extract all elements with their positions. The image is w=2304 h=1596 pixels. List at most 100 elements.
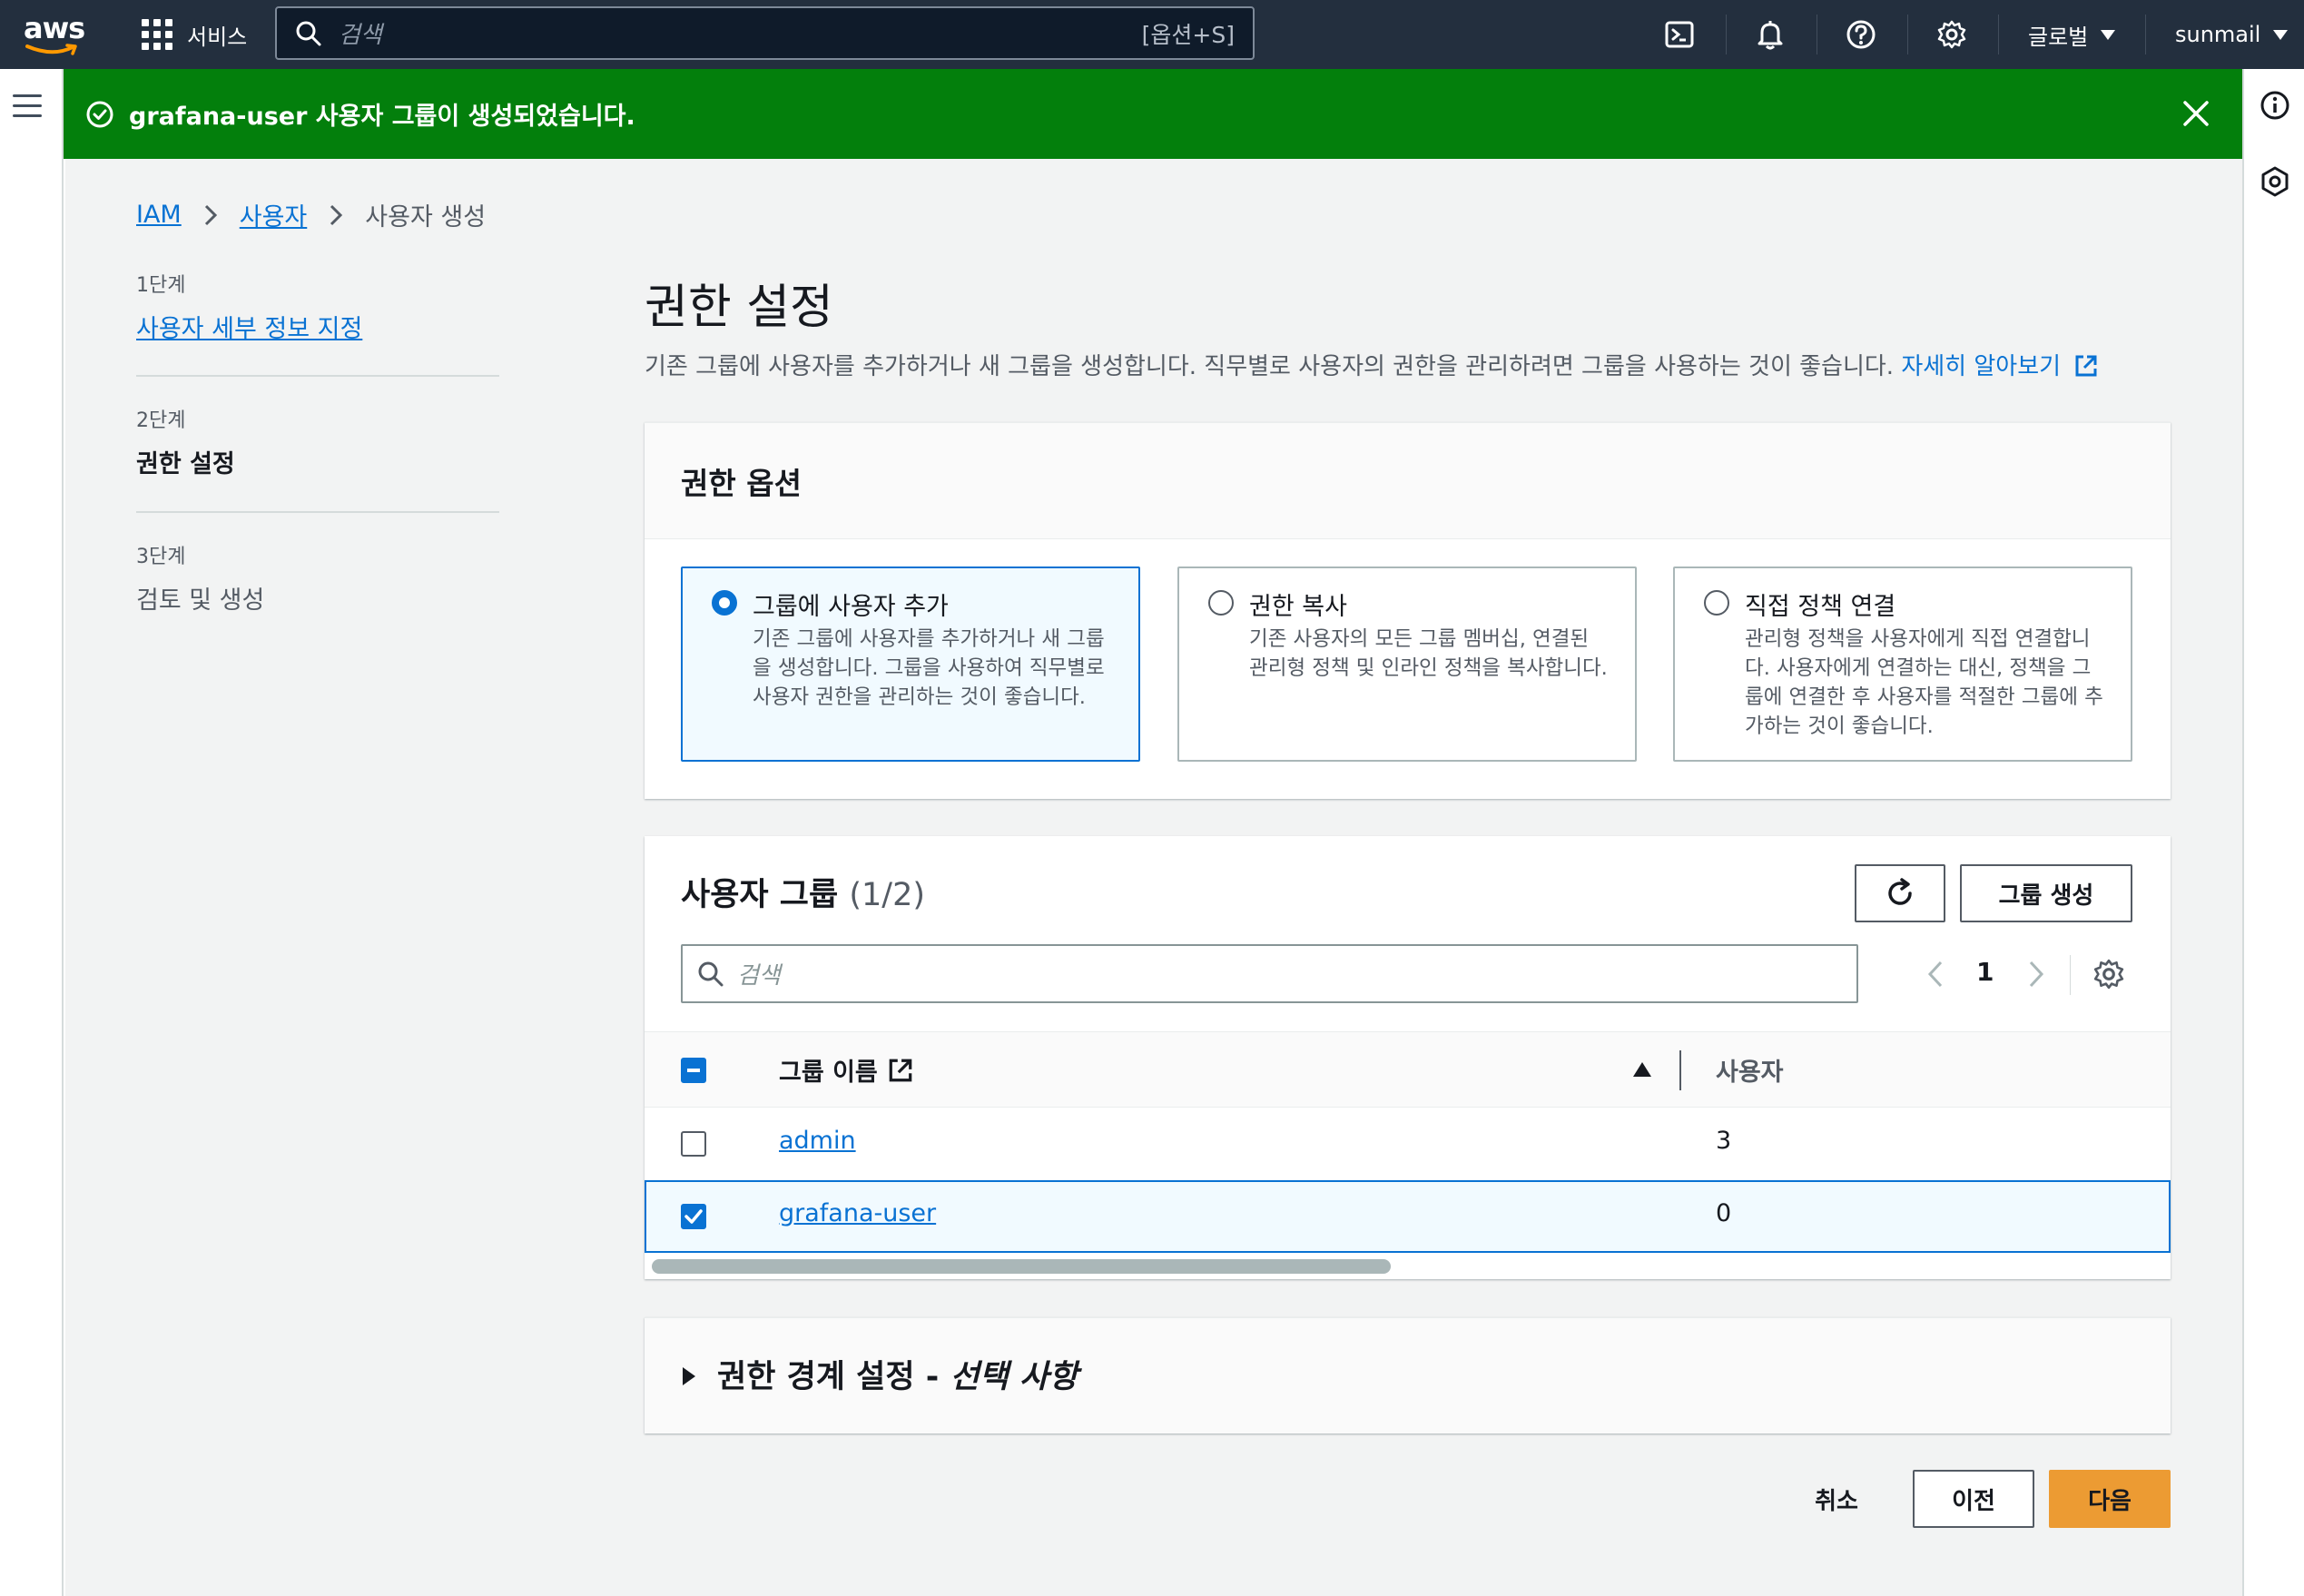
user-groups-title-text: 사용자 그룹 <box>681 877 839 913</box>
step-title-review: 검토 및 생성 <box>136 586 265 615</box>
preferences-gear-icon[interactable] <box>2092 958 2125 990</box>
horizontal-scrollbar[interactable] <box>652 1259 1391 1274</box>
cancel-button[interactable]: 취소 <box>1796 1470 1877 1528</box>
chevron-left-icon[interactable] <box>1924 960 1947 989</box>
search-icon <box>296 21 321 45</box>
nav-divider <box>1998 15 1999 54</box>
flash-message: grafana-user 사용자 그룹이 생성되었습니다. <box>129 103 635 131</box>
hexagon-icon[interactable] <box>2259 165 2291 198</box>
cloudshell-icon[interactable] <box>1659 15 1699 54</box>
aws-logo-text: aws <box>24 11 85 45</box>
option-description: 기존 그룹에 사용자를 추가하거나 새 그룹을 생성합니다. 그룹을 사용하여 … <box>753 627 1105 709</box>
page-title: 권한 설정 <box>645 281 833 335</box>
option-description: 기존 사용자의 모든 그룹 멤버십, 연결된 관리형 정책 및 인라인 정책을 … <box>1249 627 1608 680</box>
top-navigation: aws 서비스 검색 [옵션+S] 글로벌 sunmail <box>0 0 2304 69</box>
row-checkbox[interactable] <box>681 1204 706 1229</box>
radio-attach-policies[interactable] <box>1704 590 1729 616</box>
search-placeholder: 검색 <box>737 962 781 990</box>
wizard-step-1: 1단계 사용자 세부 정보 지정 <box>136 269 499 377</box>
services-label: 서비스 <box>187 24 248 50</box>
boundary-title-optional: 선택 사항 <box>950 1359 1078 1395</box>
external-link-icon <box>889 1059 912 1081</box>
column-header-group-name[interactable]: 그룹 이름 <box>779 1052 914 1088</box>
refresh-button[interactable] <box>1855 864 1945 922</box>
next-button[interactable]: 다음 <box>2049 1470 2171 1528</box>
step-label: 2단계 <box>136 409 186 432</box>
row-checkbox[interactable] <box>681 1131 706 1157</box>
close-icon[interactable] <box>2181 98 2211 129</box>
info-icon[interactable] <box>2259 89 2291 122</box>
notifications-bell-icon[interactable] <box>1750 15 1790 54</box>
chevron-right-icon <box>330 204 343 225</box>
page-description-text: 기존 그룹에 사용자를 추가하거나 새 그룹을 생성합니다. 직무별로 사용자의… <box>645 353 1895 380</box>
caret-down-icon <box>2101 29 2116 40</box>
option-title: 권한 복사 <box>1249 593 1347 621</box>
help-icon[interactable] <box>1841 15 1881 54</box>
global-search-input[interactable]: 검색 [옵션+S] <box>275 6 1255 60</box>
wizard-step-2: 2단계 권한 설정 <box>136 377 499 513</box>
hamburger-menu-icon[interactable] <box>13 94 42 118</box>
breadcrumb: IAM 사용자 사용자 생성 <box>136 197 486 232</box>
permission-options-header: 권한 옵션 <box>645 423 2171 539</box>
account-menu[interactable]: sunmail <box>2175 16 2289 53</box>
user-groups-count: (1/2) <box>849 877 926 913</box>
option-title: 그룹에 사용자 추가 <box>753 593 949 621</box>
step-link-user-details[interactable]: 사용자 세부 정보 지정 <box>136 309 499 344</box>
group-user-count: 0 <box>1716 1199 1732 1227</box>
group-name-link[interactable]: grafana-user <box>779 1199 936 1227</box>
wizard-step-3: 3단계 검토 및 생성 <box>136 513 499 616</box>
option-add-to-group[interactable]: 그룹에 사용자 추가 기존 그룹에 사용자를 추가하거나 새 그룹을 생성합니다… <box>681 566 1140 762</box>
option-copy-permissions[interactable]: 권한 복사 기존 사용자의 모든 그룹 멤버십, 연결된 관리형 정책 및 인라… <box>1177 566 1637 762</box>
nav-divider <box>1726 15 1727 54</box>
column-label: 그룹 이름 <box>779 1059 878 1087</box>
column-header-users: 사용자 <box>1716 1059 1784 1087</box>
region-selector[interactable]: 글로벌 <box>2028 16 2116 53</box>
refresh-icon <box>1888 878 1912 905</box>
user-groups-title: 사용자 그룹 (1/2) <box>681 869 925 915</box>
right-tools-rail <box>2242 69 2304 1596</box>
success-check-icon <box>86 101 113 127</box>
learn-more-link[interactable]: 자세히 알아보기 <box>1901 353 2099 380</box>
search-shortcut: [옵션+S] <box>1141 21 1235 48</box>
permissions-boundary-title[interactable]: 권한 경계 설정 - 선택 사항 <box>717 1351 1078 1397</box>
success-flash-banner: grafana-user 사용자 그룹이 생성되었습니다. <box>64 69 2242 159</box>
step-label: 1단계 <box>136 274 186 297</box>
radio-add-to-group[interactable] <box>712 590 737 616</box>
sort-ascending-icon[interactable] <box>1632 1060 1652 1079</box>
pagination-divider <box>2070 955 2071 995</box>
caret-down-icon <box>2273 29 2289 40</box>
boundary-title-main: 권한 경계 설정 - <box>717 1359 950 1395</box>
breadcrumb-current: 사용자 생성 <box>365 203 487 232</box>
chevron-right-icon[interactable] <box>2024 960 2048 989</box>
option-attach-policies[interactable]: 직접 정책 연결 관리형 정책을 사용자에게 직접 연결합니다. 사용자에게 연… <box>1673 566 2132 762</box>
external-link-icon <box>2075 355 2097 377</box>
group-name-link[interactable]: admin <box>779 1127 856 1155</box>
group-user-count: 3 <box>1716 1127 1732 1155</box>
select-all-checkbox[interactable] <box>681 1058 706 1083</box>
chevron-right-icon <box>204 204 217 225</box>
aws-logo[interactable]: aws <box>24 11 85 55</box>
step-title-current: 권한 설정 <box>136 450 235 478</box>
radio-copy-permissions[interactable] <box>1208 590 1234 616</box>
apps-grid-icon <box>142 19 172 50</box>
create-group-button[interactable]: 그룹 생성 <box>1960 864 2132 922</box>
account-label: sunmail <box>2175 22 2261 47</box>
region-label: 글로벌 <box>2028 24 2089 50</box>
table-row[interactable]: grafana-user 0 <box>645 1180 2171 1253</box>
left-navigation-rail <box>0 69 64 1596</box>
breadcrumb-users[interactable]: 사용자 <box>240 197 308 232</box>
step-label: 3단계 <box>136 546 186 568</box>
table-header: 그룹 이름 사용자 <box>645 1031 2171 1108</box>
group-search-input[interactable]: 검색 <box>681 944 1858 1003</box>
column-resizer[interactable] <box>1679 1050 1681 1090</box>
settings-gear-icon[interactable] <box>1932 15 1972 54</box>
search-placeholder: 검색 <box>339 22 382 49</box>
wizard-steps: 1단계 사용자 세부 정보 지정 2단계 권한 설정 3단계 검토 및 생성 <box>136 269 499 616</box>
previous-button[interactable]: 이전 <box>1913 1470 2034 1528</box>
nav-divider <box>1907 15 1908 54</box>
services-menu-button[interactable]: 서비스 <box>142 16 247 53</box>
breadcrumb-iam[interactable]: IAM <box>136 201 182 229</box>
search-icon <box>698 961 724 986</box>
page-number[interactable]: 1 <box>1976 957 1994 987</box>
table-row[interactable]: admin 3 <box>645 1108 2171 1181</box>
